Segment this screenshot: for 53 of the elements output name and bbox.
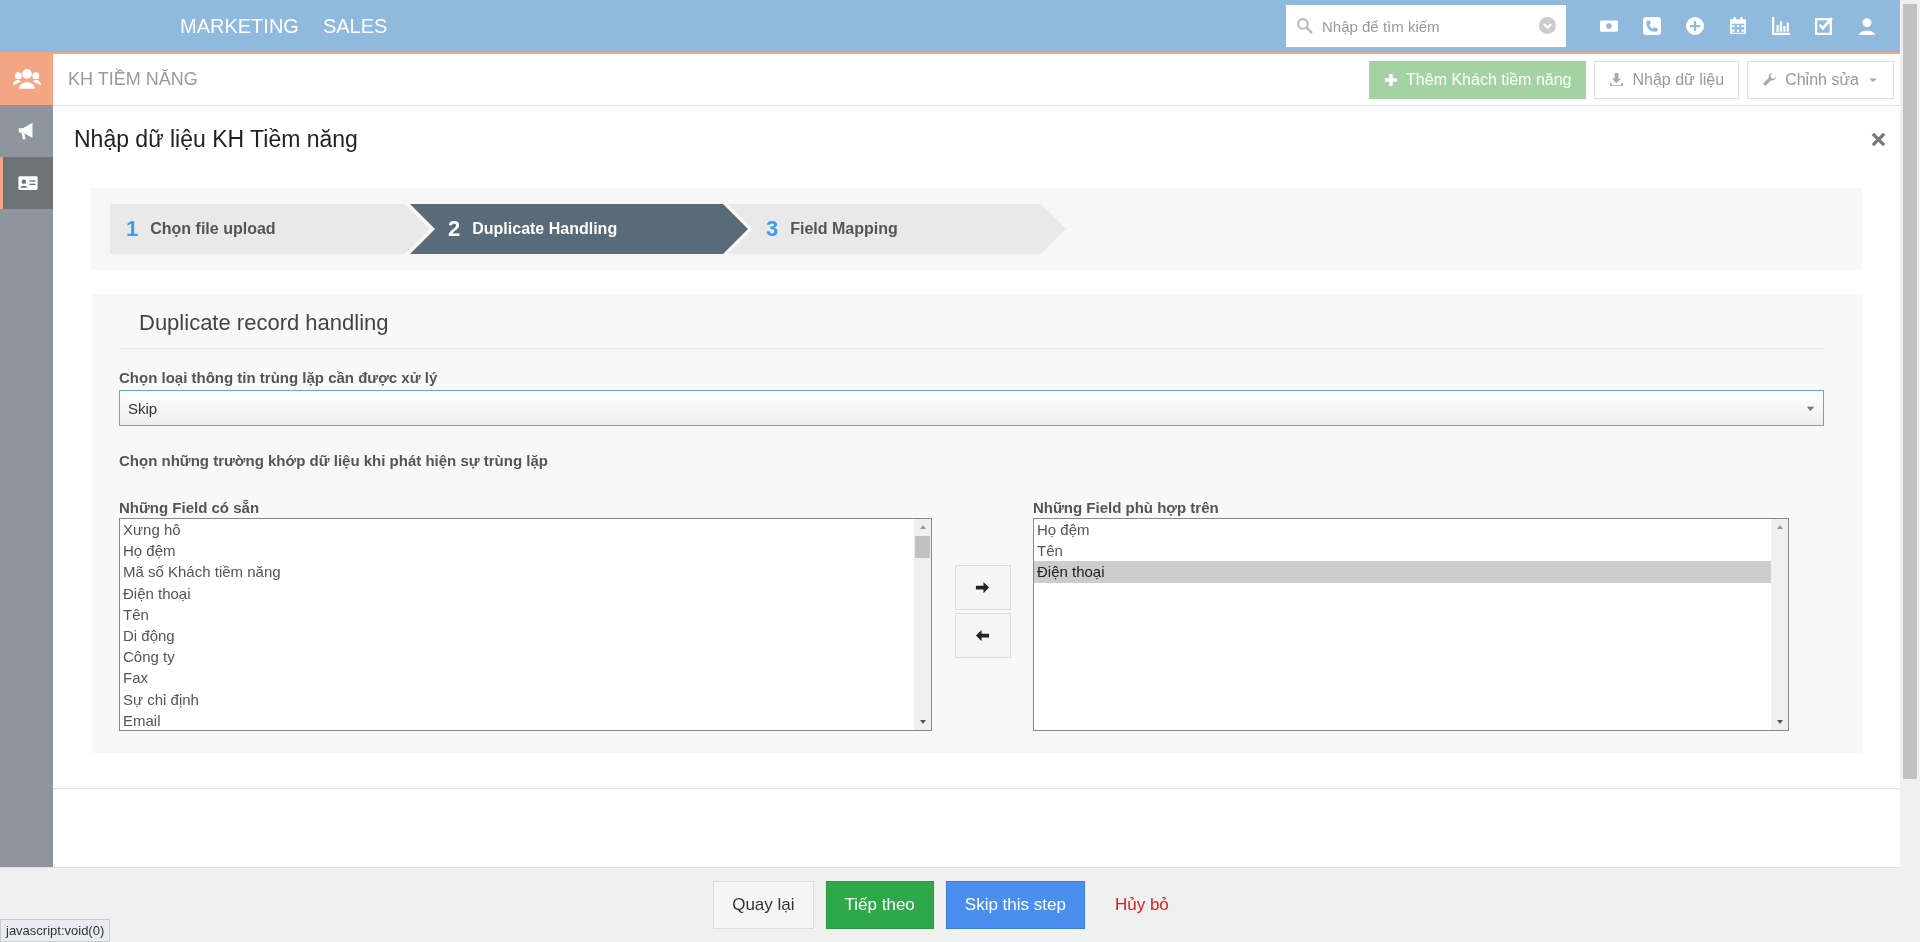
user-icon[interactable] — [1858, 17, 1876, 35]
list-option[interactable]: Sự chỉ định — [120, 688, 914, 710]
arrow-right-icon — [975, 580, 990, 595]
calendar-icon[interactable] — [1729, 17, 1747, 35]
list-option[interactable]: Fax — [120, 667, 914, 689]
bar-chart-icon[interactable] — [1772, 17, 1790, 35]
money-icon[interactable] — [1600, 17, 1618, 35]
wrench-icon — [1762, 72, 1778, 87]
list-label: Những Field phù hợp trên — [1033, 499, 1220, 516]
status-bar: javascript:void(0) — [0, 919, 111, 942]
wizard-step[interactable]: 2 Duplicate Handling — [410, 204, 748, 254]
cancel-link[interactable]: Hủy bỏ — [1096, 881, 1187, 929]
list-option[interactable]: Công ty — [120, 646, 914, 668]
wizard-step[interactable]: 3 Field Mapping — [728, 204, 1066, 254]
scrollbar-thumb[interactable] — [1903, 4, 1917, 779]
sidebar-item[interactable] — [0, 157, 53, 209]
wizard-step[interactable]: 1 Chọn file upload — [110, 204, 430, 254]
list-label: Những Field có sẵn — [119, 499, 261, 516]
move-left-button[interactable] — [954, 613, 1011, 658]
phone-icon[interactable] — [1643, 17, 1661, 35]
download-icon — [1609, 72, 1625, 87]
scrollbar-thumb[interactable] — [915, 536, 930, 558]
close-button[interactable] — [1871, 132, 1886, 147]
list-option[interactable]: Họ đệm — [1034, 519, 1771, 541]
scrollbar[interactable] — [914, 519, 931, 730]
duplicate-type-select[interactable]: Skip — [119, 390, 1824, 426]
search-field[interactable]: Nhập để tìm kiếm — [1286, 5, 1566, 47]
list-option[interactable]: Điện thoại — [120, 582, 914, 604]
scrollbar[interactable] — [1771, 519, 1788, 730]
list-option[interactable]: Di động — [120, 624, 914, 647]
plus-circle-icon[interactable] — [1686, 17, 1704, 35]
match-label: Chọn những trường khớp dữ liệu khi phát hiện sự trùng lặp — [119, 452, 549, 469]
select-label: Chọn loại thông tin trùng lặp cần được xử lý — [119, 369, 439, 386]
arrow-left-icon — [975, 628, 990, 643]
page-title: KH TIỀM NĂNG — [68, 69, 198, 90]
list-option[interactable]: Họ đệm — [120, 540, 914, 562]
field-listbox[interactable]: Xưng hô Họ đệm Mã số Khách tiềm năng Điện thoại Tên Di động Công ty Fax Sự chỉ định Email — [119, 518, 932, 731]
dialog-title: Nhập dữ liệu KH Tiềm năng — [74, 126, 358, 153]
plus-icon — [1384, 72, 1399, 87]
list-option[interactable]: Tên — [1034, 540, 1771, 562]
list-option[interactable]: Email — [120, 709, 914, 731]
close-icon — [1871, 132, 1886, 147]
search-icon — [1296, 17, 1313, 34]
list-option[interactable]: Mã số Khách tiềm năng — [120, 561, 914, 583]
list-option[interactable]: Xưng hô — [120, 519, 914, 541]
chevron-down-icon — [1539, 17, 1556, 34]
list-option[interactable]: Tên — [120, 603, 914, 625]
list-option[interactable]: Điện thoại — [1034, 561, 1771, 583]
field-listbox[interactable]: Họ đệm Tên Điện thoại — [1033, 518, 1789, 731]
checkbox-icon[interactable] — [1815, 17, 1833, 35]
move-right-button[interactable] — [954, 565, 1011, 610]
section-title: Duplicate record handling — [119, 294, 1824, 349]
footer-button[interactable]: Quay lại — [713, 881, 814, 929]
